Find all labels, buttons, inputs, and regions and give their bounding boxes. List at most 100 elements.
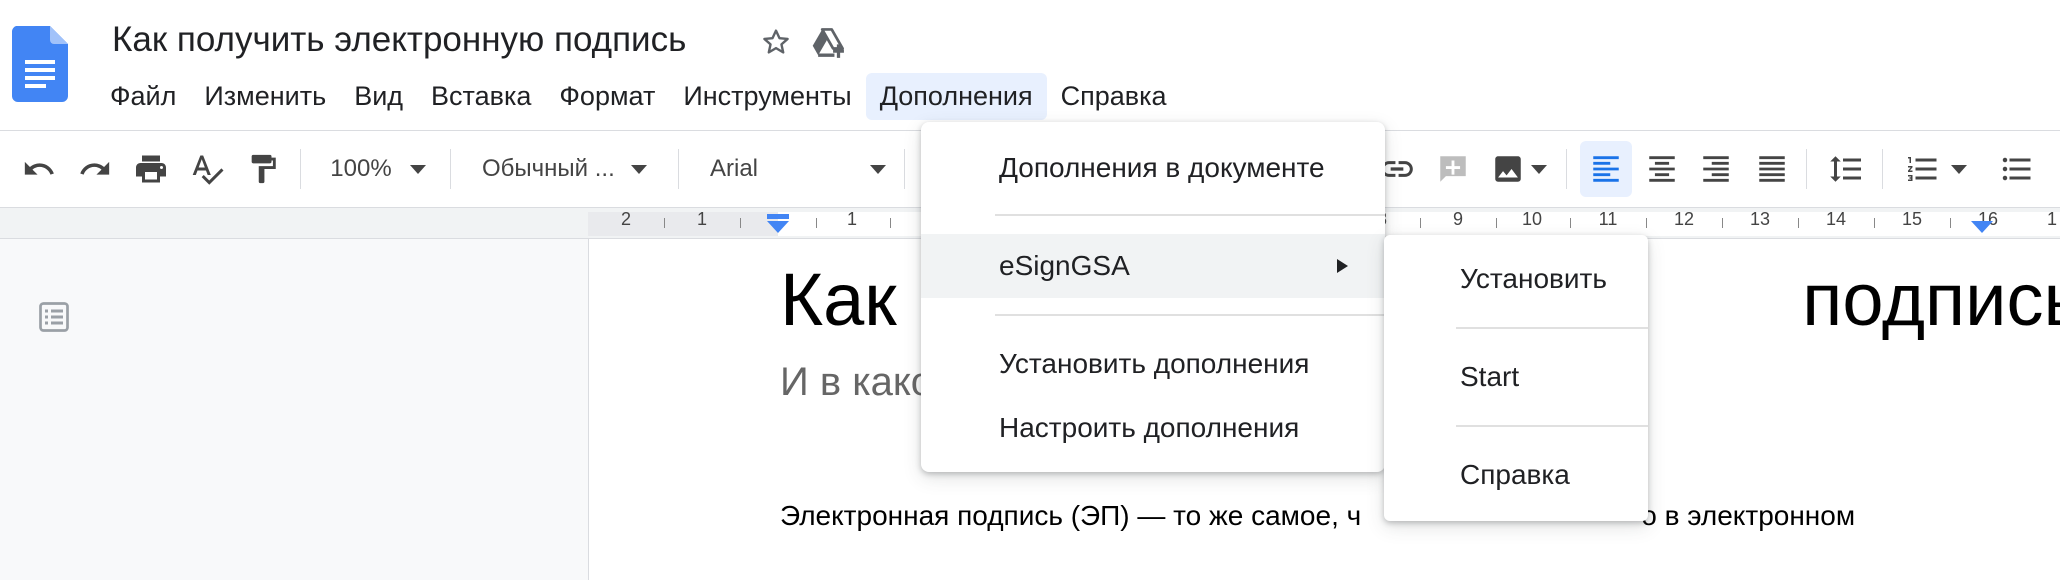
ruler-number: 9 (1452, 209, 1464, 229)
toolbar-separator (450, 149, 451, 189)
add-comment-icon (1440, 156, 1466, 182)
redo-button[interactable] (74, 131, 116, 207)
chevron-down-icon (630, 164, 647, 174)
ruler-tick (664, 218, 665, 228)
align-center-icon (1649, 156, 1675, 182)
ruler-number: 1 (2046, 209, 2058, 229)
insert-image-button[interactable] (1486, 131, 1552, 207)
first-line-indent-handle[interactable] (767, 214, 789, 219)
menu-item-label: Установить дополнения (999, 348, 1310, 379)
line-spacing-button[interactable] (1822, 131, 1870, 207)
submenu-item-install[interactable]: Установить (1460, 263, 1607, 295)
menu-item-label: eSignGSA (999, 250, 1130, 281)
ruler-number: 12 (1673, 209, 1695, 229)
undo-button[interactable] (18, 131, 60, 207)
print-button[interactable] (130, 131, 172, 207)
paragraph-visible-right: о в электронном (1641, 500, 1856, 531)
ruler-tick (890, 218, 891, 228)
page-subtitle[interactable]: И в како (780, 360, 933, 405)
toolbar-separator (1806, 149, 1807, 189)
submenu-arrow-icon (1337, 259, 1348, 273)
align-left-button[interactable] (1580, 141, 1632, 197)
menu-item-esigngsa[interactable]: eSignGSA (921, 234, 1385, 298)
zoom-value: 100% (330, 155, 392, 182)
spellcheck-icon (192, 155, 224, 185)
line-spacing-icon (1830, 156, 1861, 182)
zoom-select[interactable]: 100% (318, 131, 438, 207)
align-justify-icon (1759, 156, 1785, 182)
submenu-item-help[interactable]: Справка (1460, 459, 1570, 491)
ruler-number: 1 (846, 209, 858, 229)
menu-tools[interactable]: Инструменты (669, 73, 865, 120)
ruler-tick (1950, 218, 1951, 228)
document-outline-icon[interactable] (36, 299, 72, 335)
ruler-tick (1722, 218, 1723, 228)
menu-addons[interactable]: Дополнения (865, 72, 1047, 120)
redo-icon (80, 161, 110, 175)
right-indent-handle[interactable] (1971, 221, 1993, 233)
drive-move-icon[interactable] (810, 26, 848, 60)
paint-format-button[interactable] (242, 131, 284, 207)
add-comment-button[interactable] (1432, 131, 1474, 207)
chevron-down-icon (1531, 164, 1547, 174)
chevron-down-icon (1951, 164, 1967, 174)
docs-logo-icon[interactable] (12, 26, 68, 102)
chevron-down-icon (870, 164, 886, 174)
chevron-down-icon (409, 164, 426, 174)
menu-help[interactable]: Справка (1047, 73, 1181, 120)
menu-separator (1456, 327, 1648, 329)
menu-edit[interactable]: Изменить (190, 73, 340, 120)
esigngsa-submenu: Установить Start Справка (1384, 235, 1648, 521)
print-icon (136, 155, 166, 183)
ruler-tick (1874, 218, 1875, 228)
menu-separator (1456, 425, 1648, 427)
bulleted-list-icon (2002, 157, 2031, 181)
align-justify-button[interactable] (1750, 131, 1794, 207)
paragraph-style-value: Обычный ... (482, 155, 615, 182)
ruler-tick (1646, 218, 1647, 228)
ruler-number: 15 (1901, 209, 1923, 229)
toolbar-separator (300, 149, 301, 189)
submenu-item-start[interactable]: Start (1460, 361, 1519, 393)
menu-item-label: Настроить дополнения (999, 412, 1300, 443)
ruler-tick (1496, 218, 1497, 228)
toolbar-separator (678, 149, 679, 189)
toolbar-separator (1566, 149, 1567, 189)
menu-separator (995, 314, 1385, 316)
star-icon[interactable] (760, 26, 792, 58)
page-paragraph[interactable]: Электронная подпись (ЭП) — то же самое, … (780, 500, 1855, 532)
ruler-number: 13 (1749, 209, 1771, 229)
ruler-number: 10 (1521, 209, 1543, 229)
font-value: Arial (710, 155, 759, 182)
undo-icon (24, 161, 54, 175)
ruler-number: 2 (620, 209, 632, 229)
align-right-button[interactable] (1694, 131, 1738, 207)
left-indent-handle[interactable] (767, 221, 789, 233)
addons-dropdown-menu: Дополнения в документе eSignGSA Установи… (921, 122, 1385, 472)
align-center-button[interactable] (1640, 131, 1684, 207)
menu-item-manage-addons[interactable]: Настроить дополнения (921, 396, 1385, 460)
menu-item-document-addons[interactable]: Дополнения в документе (921, 136, 1385, 200)
menu-view[interactable]: Вид (340, 73, 417, 120)
ruler-number: 14 (1825, 209, 1847, 229)
paragraph-visible-left: Электронная подпись (ЭП) — то же самое, … (780, 500, 1362, 531)
ruler-margin (588, 212, 778, 236)
insert-image-icon (1495, 156, 1521, 182)
align-right-icon (1703, 156, 1729, 182)
menu-item-label: Дополнения в документе (999, 152, 1325, 183)
numbered-list-icon (1908, 157, 1937, 181)
align-left-icon (1593, 156, 1619, 182)
menu-format[interactable]: Формат (545, 73, 669, 120)
font-select[interactable]: Arial (698, 131, 894, 207)
ruler-tick (740, 218, 741, 228)
document-title[interactable]: Как получить электронную подпись (112, 20, 686, 60)
menu-bar: Файл Изменить Вид Вставка Формат Инструм… (96, 70, 1181, 122)
numbered-list-button[interactable] (1896, 131, 1976, 207)
paragraph-style-select[interactable]: Обычный ... (470, 131, 678, 207)
menu-insert[interactable]: Вставка (417, 73, 545, 120)
menu-file[interactable]: Файл (96, 73, 190, 120)
spellcheck-button[interactable] (186, 131, 228, 207)
menu-item-install-addons[interactable]: Установить дополнения (921, 332, 1385, 396)
bulleted-list-button[interactable] (1994, 131, 2040, 207)
toolbar-separator (904, 149, 905, 189)
